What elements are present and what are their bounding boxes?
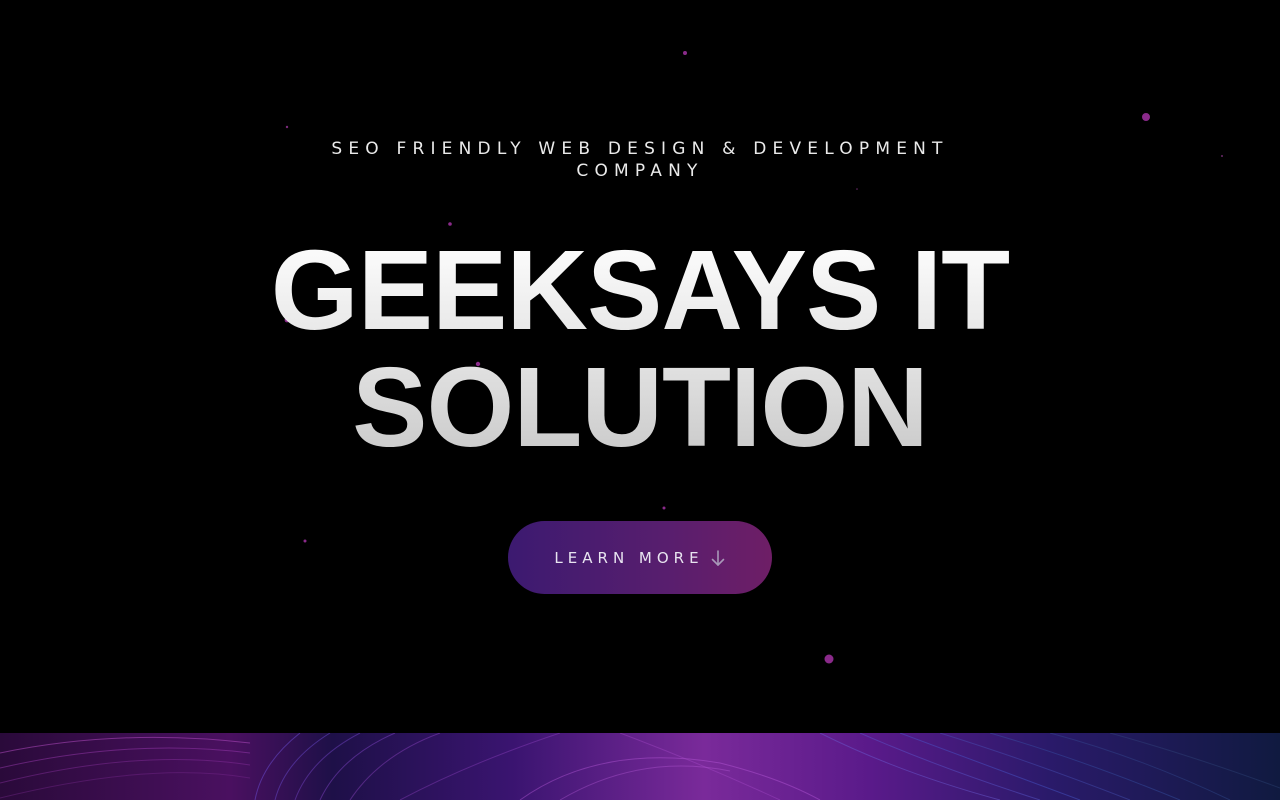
learn-more-button[interactable]: LEARN MORE: [508, 521, 772, 594]
hero-headline-line-1: GEEKSAYS IT: [270, 227, 1010, 353]
particle-dot: [1221, 155, 1223, 157]
learn-more-label: LEARN MORE: [554, 548, 704, 567]
arrow-down-icon: [710, 549, 726, 567]
particle-dot: [285, 125, 289, 129]
particle-dot: [448, 222, 452, 226]
decorative-swirl-band: [0, 733, 1280, 800]
hero-section: SEO FRIENDLY WEB DESIGN & DEVELOPMENT CO…: [0, 0, 1280, 733]
particle-dot: [303, 539, 307, 543]
particle-dot: [683, 51, 687, 55]
hero-headline: GEEKSAYS IT SOLUTION: [200, 232, 1080, 466]
hero-tagline: SEO FRIENDLY WEB DESIGN & DEVELOPMENT CO…: [331, 139, 949, 181]
particle-dot: [824, 654, 834, 664]
particle-dot: [662, 506, 666, 510]
swirl-lines: [0, 733, 1280, 800]
particle-dot: [1142, 113, 1150, 121]
particle-dot: [856, 188, 858, 190]
hero-headline-line-2: SOLUTION: [352, 344, 928, 470]
